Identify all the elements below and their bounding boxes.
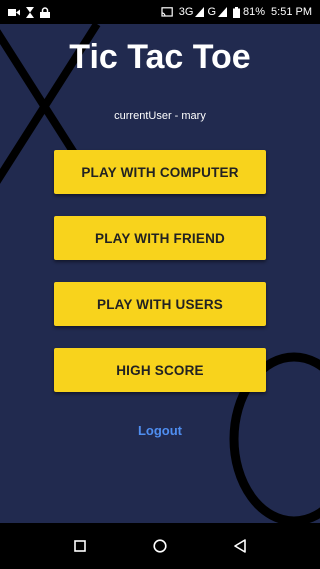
signal-icon [195,7,205,17]
navigation-bar [0,523,320,569]
network-type: 3G [178,6,194,18]
lock-icon [40,6,50,18]
status-left [8,6,50,18]
main-screen: Tic Tac Toe currentUser - mary PLAY WITH… [0,24,320,523]
current-user-label: currentUser - mary [114,110,206,122]
play-with-users-button[interactable]: PLAY WITH USERS [54,282,266,326]
cast-icon [161,7,173,17]
recents-square-icon[interactable] [65,531,95,561]
battery-icon [233,6,240,18]
play-with-friend-button[interactable]: PLAY WITH FRIEND [54,216,266,260]
high-score-button[interactable]: HIGH SCORE [54,348,266,392]
logout-link[interactable]: Logout [0,423,320,438]
video-camera-icon [8,8,20,17]
app-title: Tic Tac Toe [69,38,251,76]
signal-icon [218,7,227,17]
status-right: 3G G 81% 5:51 PM [161,6,312,18]
back-triangle-icon[interactable] [225,531,255,561]
status-bar: 3G G 81% 5:51 PM [0,0,320,24]
battery-percent: 81% [243,6,266,18]
clock: 5:51 PM [271,6,312,18]
home-circle-icon[interactable] [145,531,175,561]
hourglass-icon [26,6,34,18]
network-type-secondary: G [207,6,216,18]
play-with-computer-button[interactable]: PLAY WITH COMPUTER [54,150,266,194]
